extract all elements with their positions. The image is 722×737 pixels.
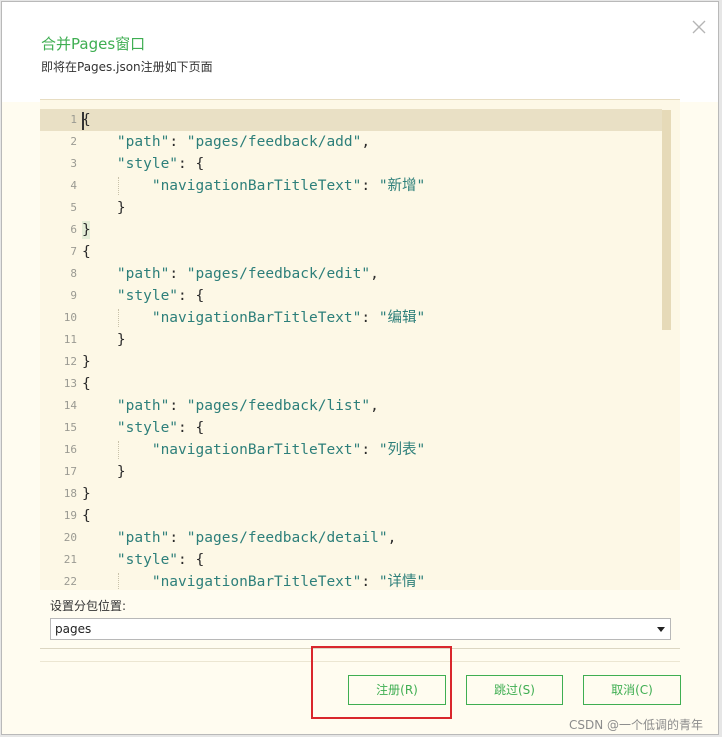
- close-icon: [692, 20, 706, 34]
- code-line: 12}: [40, 351, 680, 373]
- code-line: 13 {: [40, 373, 680, 395]
- code-line: 5 }: [40, 197, 680, 219]
- line-number: 5: [70, 201, 77, 214]
- code-text: }: [82, 464, 126, 480]
- line-number: 1: [70, 113, 77, 126]
- line-number: 16: [63, 443, 77, 456]
- code-line: 7{: [40, 241, 680, 263]
- code-line: 16 "navigationBarTitleText": "列表": [40, 439, 680, 461]
- skip-button[interactable]: 跳过(S): [466, 675, 563, 705]
- highlight-annotation-box: [311, 646, 452, 719]
- subpackage-label: 设置分包位置:: [50, 599, 127, 613]
- line-number: 15: [63, 421, 77, 434]
- line-number: 2: [70, 135, 77, 148]
- line-number: 10: [63, 311, 77, 324]
- line-number: 20: [63, 531, 77, 544]
- code-text: "navigationBarTitleText": "新增": [151, 178, 426, 194]
- code-line: 2 "path": "pages/feedback/add",: [40, 131, 680, 153]
- dialog-title: 合并Pages窗口: [41, 35, 146, 53]
- line-number: 11: [63, 333, 77, 346]
- line-number: 7: [70, 245, 77, 258]
- dialog-header: 合并Pages窗口 即将在Pages.json注册如下页面: [2, 2, 718, 102]
- code-text: "path": "pages/feedback/edit",: [116, 266, 379, 282]
- code-text: }: [82, 486, 91, 502]
- code-text: "style": {: [116, 552, 205, 568]
- indent-guide: [118, 309, 120, 327]
- line-number: 21: [63, 553, 77, 566]
- line-number: 14: [63, 399, 77, 412]
- close-button[interactable]: [684, 12, 714, 42]
- line-number: 12: [63, 355, 77, 368]
- line-number: 18: [63, 487, 77, 500]
- code-editor[interactable]: 1{2 "path": "pages/feedback/add", 3 "styl…: [40, 99, 680, 590]
- code-line: 3 "style": {: [40, 153, 680, 175]
- code-line: 14 "path": "pages/feedback/list",: [40, 395, 680, 417]
- code-line: 19 {: [40, 505, 680, 527]
- line-number: 13: [63, 377, 77, 390]
- indent-guide: [118, 573, 120, 590]
- csdn-watermark: CSDN @一个低调的青年: [569, 718, 704, 732]
- dialog-subtitle: 即将在Pages.json注册如下页面: [41, 60, 213, 74]
- line-number: 22: [63, 575, 77, 588]
- code-text: {: [82, 508, 91, 524]
- code-line: 22 "navigationBarTitleText": "详情": [40, 571, 680, 590]
- line-number: 6: [70, 223, 77, 236]
- code-text: "path": "pages/feedback/add",: [116, 134, 371, 150]
- line-number: 3: [70, 157, 77, 170]
- code-line: 4 "navigationBarTitleText": "新增": [40, 175, 680, 197]
- text-cursor: [82, 112, 84, 130]
- indent-guide: [118, 441, 120, 459]
- code-text: {: [82, 376, 91, 392]
- code-line: 10 "navigationBarTitleText": "编辑": [40, 307, 680, 329]
- code-line: 8 "path": "pages/feedback/edit",: [40, 263, 680, 285]
- code-text: "style": {: [116, 288, 205, 304]
- code-text: }: [82, 222, 91, 238]
- line-number: 4: [70, 179, 77, 192]
- code-line: 15 "style": {: [40, 417, 680, 439]
- cancel-button[interactable]: 取消(C): [583, 675, 681, 705]
- code-text: "style": {: [116, 156, 205, 172]
- code-text: "path": "pages/feedback/list",: [116, 398, 379, 414]
- code-text: "navigationBarTitleText": "编辑": [151, 310, 426, 326]
- code-line: 18}: [40, 483, 680, 505]
- code-text: }: [82, 332, 126, 348]
- code-line: 17 }: [40, 461, 680, 483]
- code-line: 6}: [40, 219, 680, 241]
- code-text: }: [82, 354, 91, 370]
- code-text: "navigationBarTitleText": "详情": [151, 574, 426, 590]
- line-number: 17: [63, 465, 77, 478]
- code-text: {: [82, 244, 91, 260]
- code-text: "style": {: [116, 420, 205, 436]
- code-text: "path": "pages/feedback/detail",: [116, 530, 397, 546]
- code-line: 11 }: [40, 329, 680, 351]
- line-number: 8: [70, 267, 77, 280]
- indent-guide: [118, 177, 120, 195]
- code-line: 1{: [40, 109, 662, 131]
- subpackage-selected-value: pages: [55, 622, 92, 636]
- code-line: 21 "style": {: [40, 549, 680, 571]
- subpackage-select[interactable]: pages: [50, 618, 671, 640]
- dropdown-arrow-icon: [657, 627, 665, 632]
- line-number: 19: [63, 509, 77, 522]
- code-line: 9 "style": {: [40, 285, 680, 307]
- code-text: "navigationBarTitleText": "列表": [151, 442, 426, 458]
- line-number: 9: [70, 289, 77, 302]
- code-line: 20 "path": "pages/feedback/detail",: [40, 527, 680, 549]
- code-text: }: [82, 200, 126, 216]
